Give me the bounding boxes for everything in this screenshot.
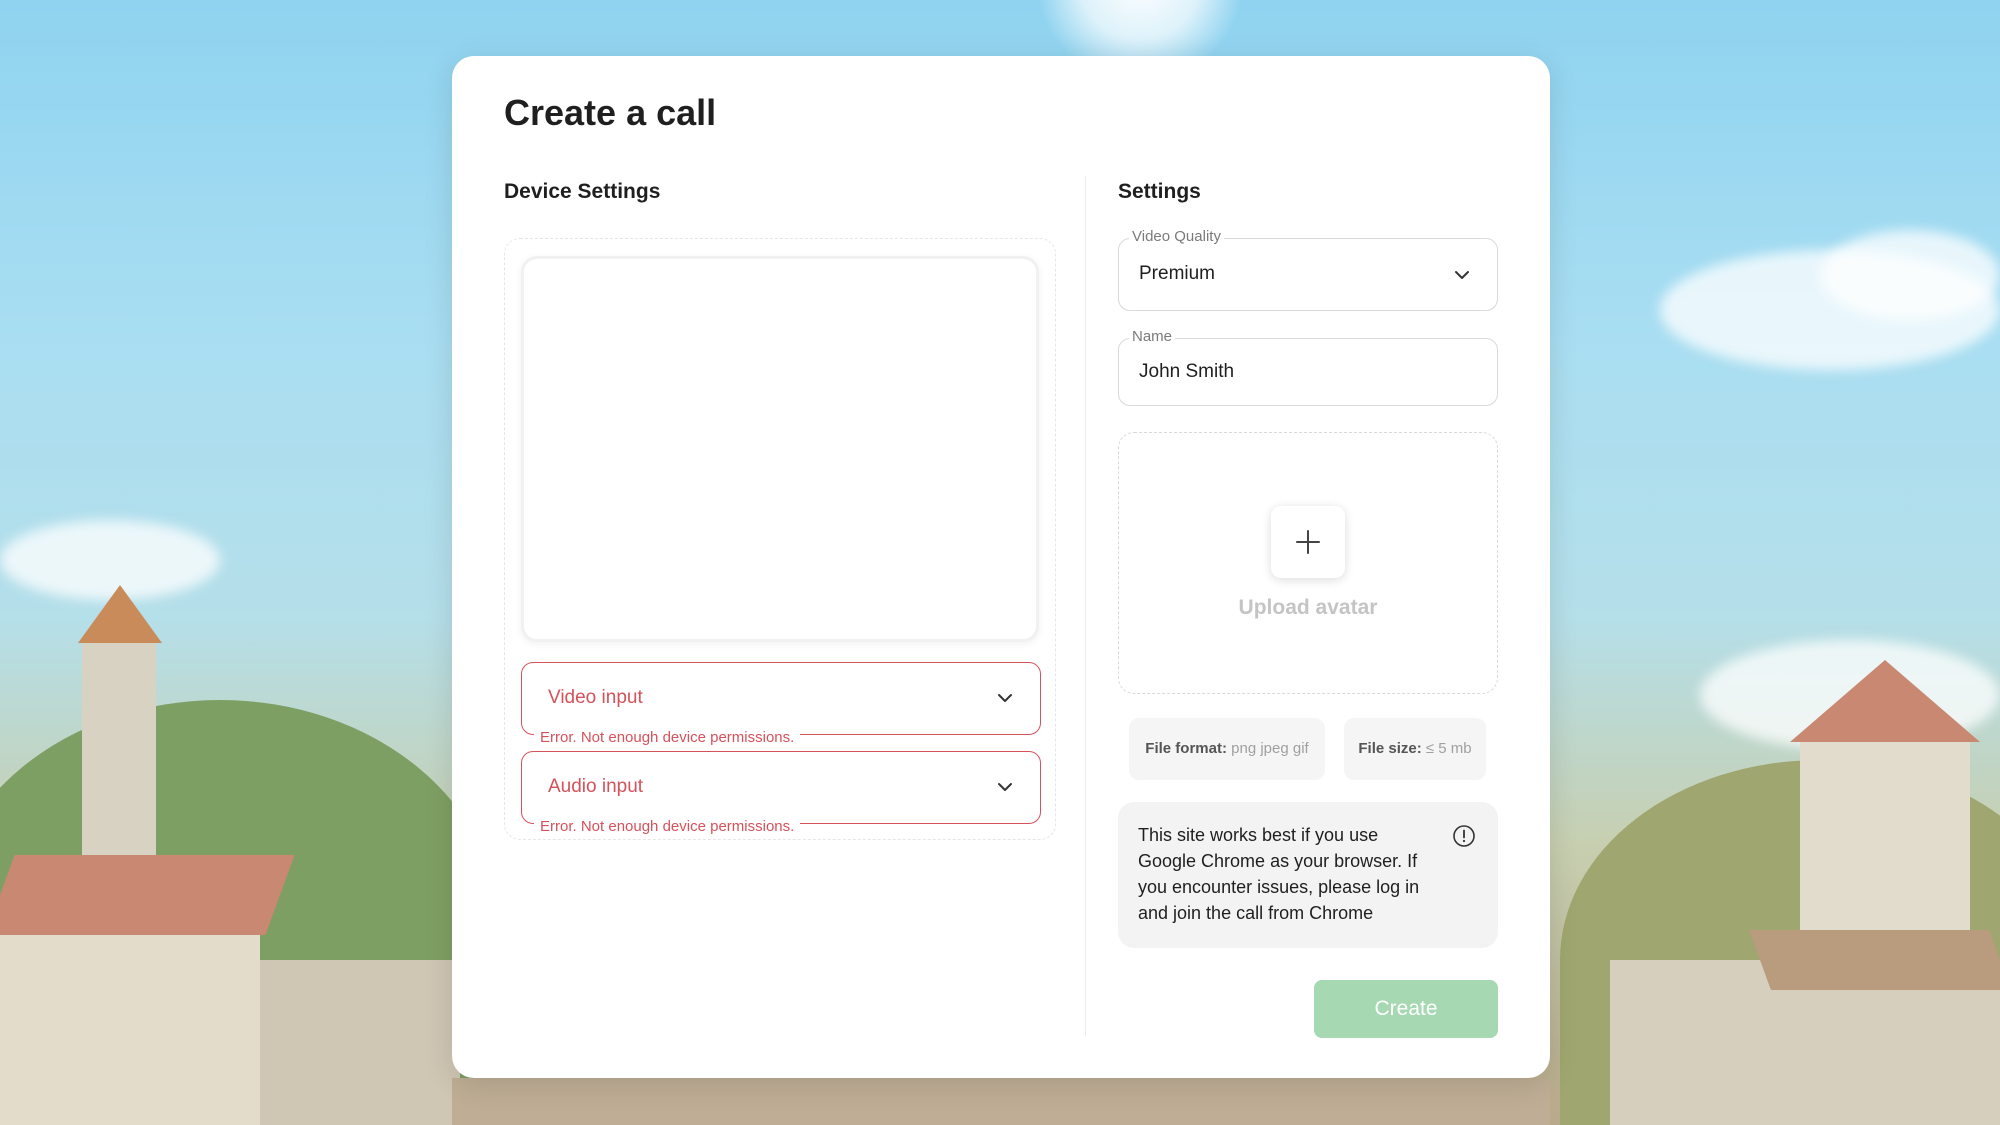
file-size-value: ≤ 5 mb	[1425, 740, 1472, 757]
video-input-error: Error. Not enough device permissions.	[534, 729, 801, 746]
chevron-down-icon	[998, 783, 1012, 791]
plus-icon	[1296, 530, 1320, 554]
upload-avatar-area[interactable]: Upload avatar	[1118, 432, 1498, 694]
video-quality-value: Premium	[1139, 263, 1216, 284]
file-size-badge: File size: ≤ 5 mb	[1344, 718, 1486, 780]
browser-info-box: This site works best if you use Google C…	[1118, 802, 1498, 948]
chevron-down-icon	[1455, 271, 1469, 279]
cloud	[1820, 230, 2000, 320]
column-divider	[1085, 176, 1086, 1036]
add-avatar-button[interactable]	[1271, 506, 1345, 578]
name-field[interactable]: Name John Smith	[1118, 328, 1498, 406]
chevron-down-icon	[998, 694, 1012, 702]
house-roof	[0, 855, 295, 935]
tower-roof	[78, 585, 162, 643]
create-call-dialog: Create a call Device Settings Settings V…	[452, 56, 1550, 1078]
info-icon[interactable]	[1452, 824, 1476, 848]
video-input-label: Video input	[548, 687, 643, 708]
video-preview	[521, 256, 1039, 642]
tower-roof	[1790, 660, 1980, 742]
name-legend: Name	[1129, 328, 1176, 345]
house-roof	[1749, 930, 2000, 990]
video-quality-legend: Video Quality	[1129, 228, 1224, 245]
audio-input-select[interactable]: Audio input Error. Not enough device per…	[521, 751, 1041, 835]
device-settings-panel: Video input Error. Not enough device per…	[504, 238, 1056, 840]
device-settings-heading: Device Settings	[504, 180, 661, 203]
upload-avatar-label: Upload avatar	[1238, 596, 1378, 619]
audio-input-error: Error. Not enough device permissions.	[534, 818, 801, 835]
buildings-bottom	[452, 1078, 1550, 1125]
name-value: John Smith	[1139, 361, 1235, 382]
video-quality-select[interactable]: Video Quality Premium	[1118, 228, 1498, 311]
house	[260, 960, 460, 1125]
settings-heading: Settings	[1118, 180, 1201, 203]
file-format-value: png jpeg gif	[1231, 740, 1309, 757]
create-button[interactable]: Create	[1314, 980, 1498, 1038]
browser-info-text: This site works best if you use Google C…	[1138, 825, 1420, 923]
file-size-label: File size:	[1358, 740, 1422, 757]
dialog-title: Create a call	[504, 92, 717, 133]
file-format-label: File format:	[1145, 740, 1227, 757]
file-format-badge: File format: png jpeg gif	[1129, 718, 1325, 780]
video-input-select[interactable]: Video input Error. Not enough device per…	[521, 662, 1041, 746]
audio-input-label: Audio input	[548, 776, 644, 797]
